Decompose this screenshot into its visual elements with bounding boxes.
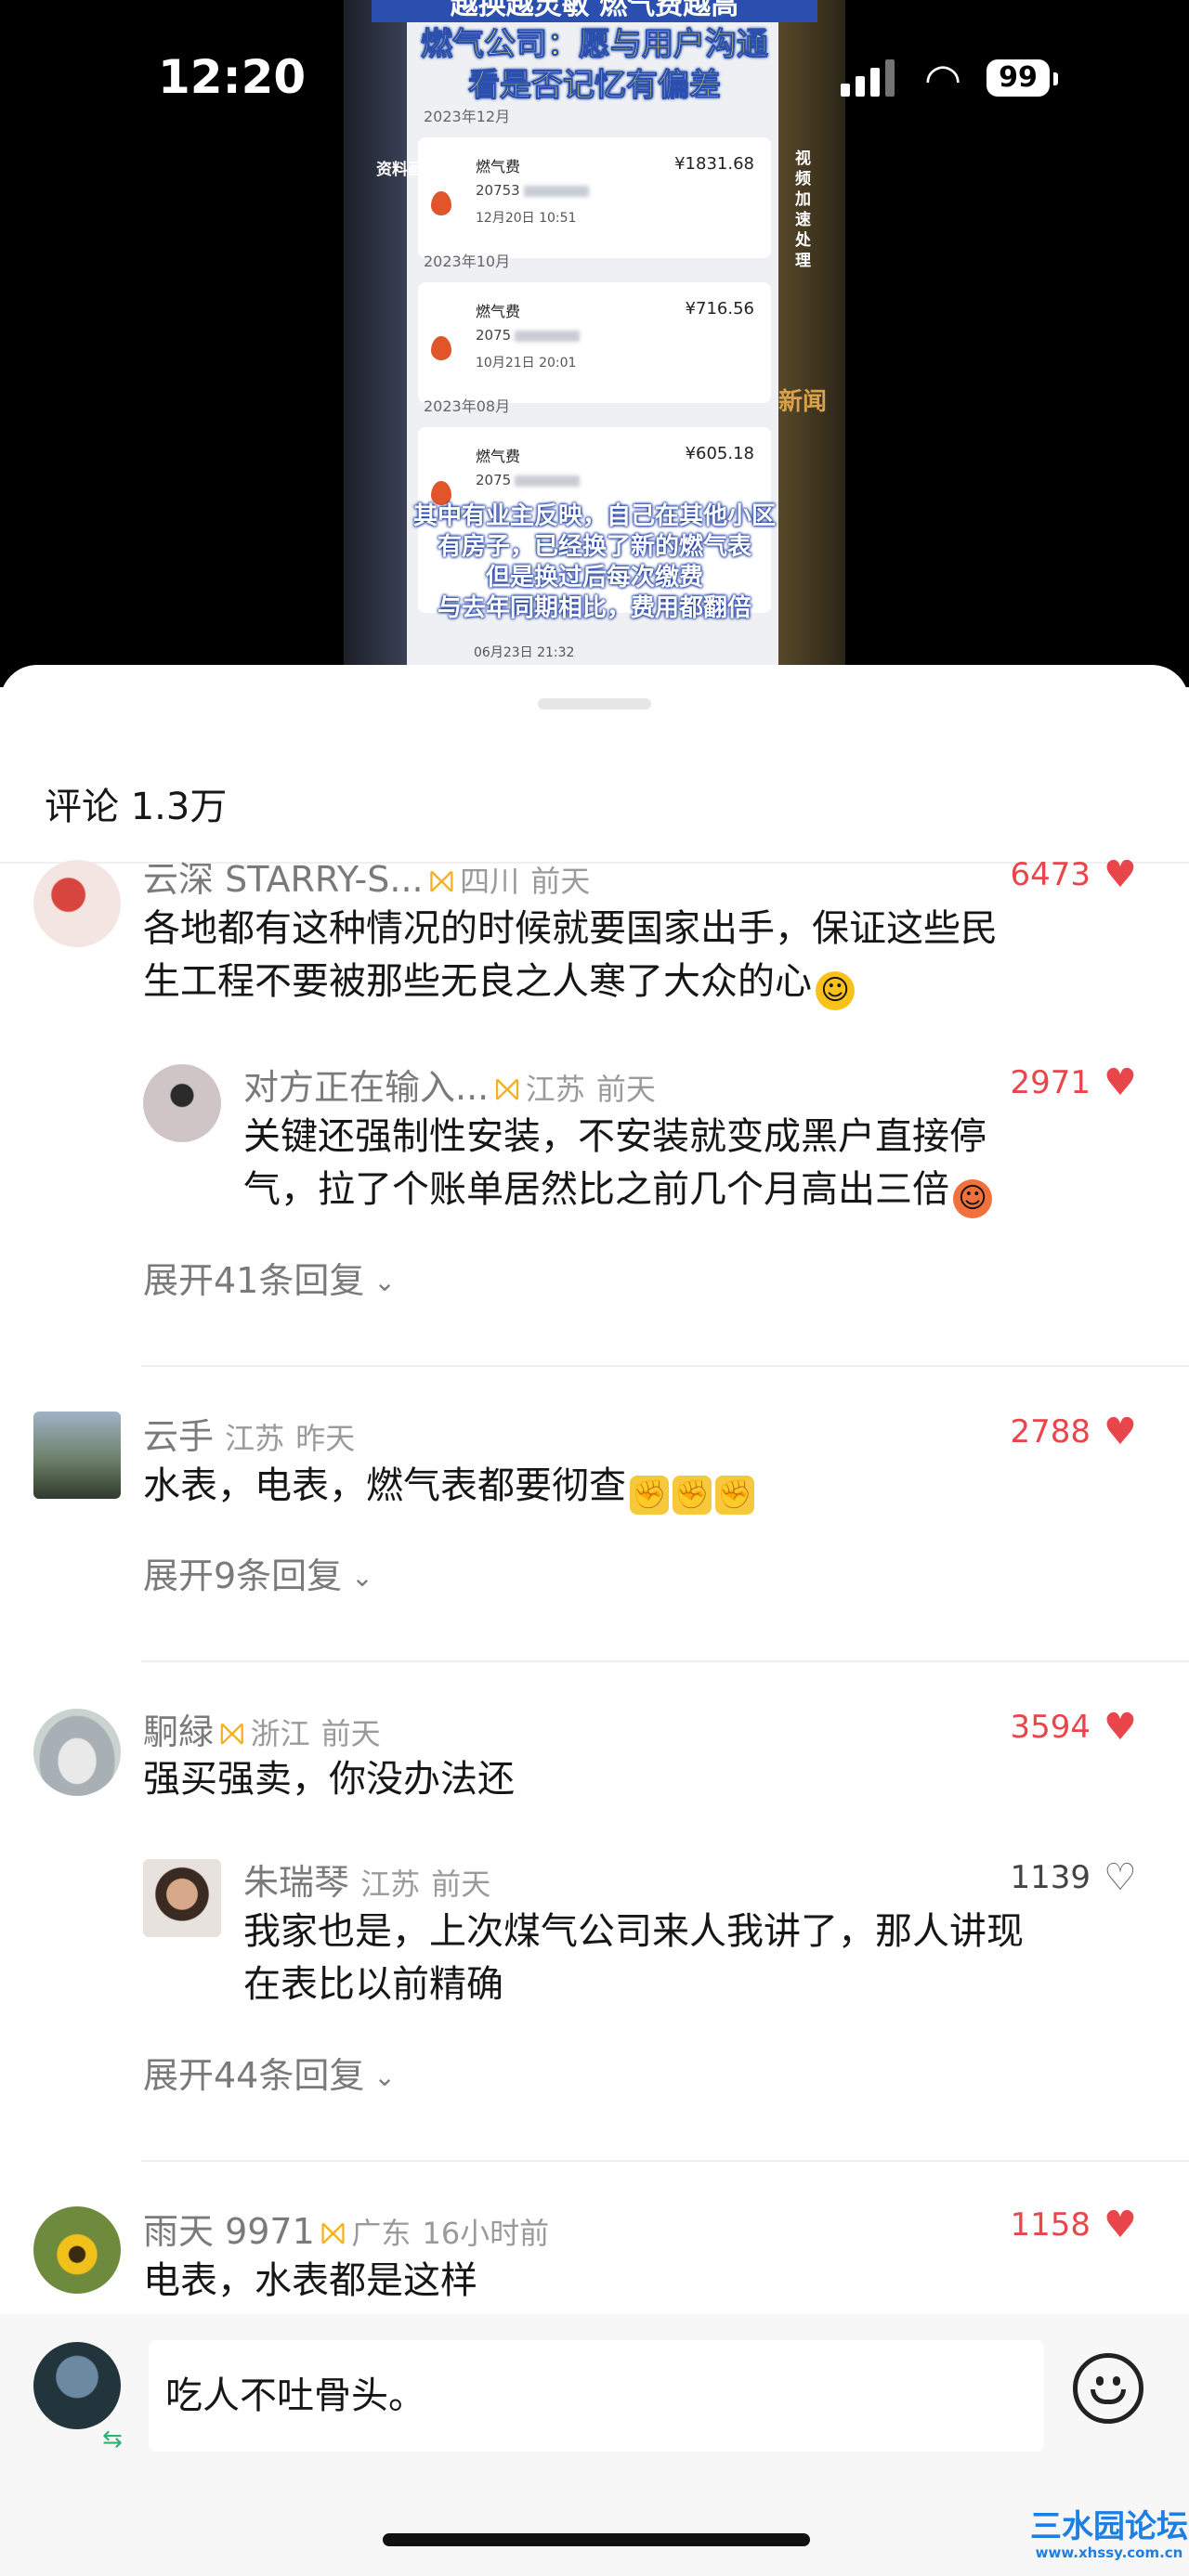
fan-badge-icon: ⨝ — [320, 2215, 346, 2252]
divider — [141, 1365, 1189, 1367]
comment-count-title: 评论 1.3万 — [45, 786, 228, 828]
comment-input[interactable]: 吃人不吐骨头。 — [149, 2340, 1044, 2452]
heart-icon[interactable]: ♥ — [1104, 2206, 1137, 2244]
home-indicator[interactable] — [383, 2533, 810, 2546]
heart-icon[interactable]: ♥ — [1104, 1413, 1137, 1451]
avatar[interactable] — [33, 1709, 121, 1796]
chevron-down-icon: ⌄ — [351, 1562, 373, 1593]
battery-icon: 99 — [986, 59, 1050, 97]
fist-emoji-icon: ✊ — [630, 1476, 669, 1515]
video-subtitle: 其中有业主反映，自己在其他小区 有房子，已经换了新的燃气表 但是换过后每次缴费 … — [412, 502, 776, 622]
like-count: 3594 — [1010, 1709, 1091, 1746]
video-vertical-tag: 视频加速处理 — [795, 150, 811, 270]
bill-time: 06月23日 21:32 — [474, 645, 575, 660]
reply-username[interactable]: 对方正在输入... ⨝ 江苏 前天 — [243, 1059, 656, 1110]
sheet-drag-handle[interactable] — [538, 698, 651, 709]
reply-text: 关键还强制性安装，不安装就变成黑户直接停 气，拉了个账单居然比之前几个月高出三倍… — [243, 1111, 1135, 1218]
comment-username[interactable]: 云手 江苏 昨天 — [143, 1408, 355, 1459]
chevron-down-icon: ⌄ — [373, 1267, 396, 1297]
expand-replies-button[interactable]: 展开44条回复 ⌄ — [143, 2047, 396, 2098]
fist-emoji-icon: ✊ — [715, 1476, 754, 1515]
laugh-cry-emoji-icon: ☺ — [816, 971, 855, 1010]
fan-badge-icon: ⨝ — [494, 1071, 520, 1108]
comment-text: 水表，电表，燃气表都要彻查 ✊ ✊ ✊ — [143, 1460, 1128, 1515]
comment-username[interactable]: 駉緑 ⨝ 浙江 前天 — [143, 1703, 381, 1754]
like-count: 1158 — [1010, 2206, 1091, 2244]
wifi-icon: ◠ — [924, 54, 962, 104]
divider — [141, 2160, 1189, 2162]
comment-text: 电表，水表都是这样 — [143, 2259, 477, 2302]
comment-username[interactable]: 云深 STARRY-S... ⨝ 四川 前天 — [143, 851, 590, 902]
heart-outline-icon[interactable]: ♡ — [1104, 1859, 1137, 1896]
bill-card: 燃气费 ¥716.56 2075 10月21日 20:01 — [418, 282, 771, 403]
heart-icon[interactable]: ♥ — [1104, 1709, 1137, 1746]
avatar[interactable] — [143, 1859, 221, 1937]
video-player[interactable]: 越换越灵敏 燃气费越高 燃气公司：愿与用户沟通 看是否记忆有偏差 资料画面 视频… — [0, 0, 1189, 687]
chevron-down-icon: ⌄ — [373, 2062, 396, 2092]
like-count: 2788 — [1010, 1413, 1091, 1451]
like-count: 2971 — [1010, 1064, 1091, 1101]
avatar[interactable] — [33, 2206, 121, 2294]
like-count: 6473 — [1010, 856, 1091, 893]
fist-emoji-icon: ✊ — [673, 1476, 712, 1515]
avatar[interactable] — [33, 1412, 121, 1499]
bill-card: 燃气费 ¥1831.68 20753 12月20日 10:51 — [418, 137, 771, 258]
bill-month: 2023年10月 — [424, 253, 511, 270]
comment-username[interactable]: 雨天 9971 ⨝ 广东 16小时前 — [143, 2203, 549, 2254]
fan-badge-icon: ⨝ — [219, 1715, 245, 1752]
forum-watermark: 三水园论坛 www.xhssy.com.cn — [1030, 2508, 1188, 2561]
hot-face-emoji-icon: ☺ — [953, 1179, 992, 1218]
avatar[interactable] — [33, 860, 121, 947]
heart-icon[interactable]: ♥ — [1104, 1064, 1137, 1101]
bill-month: 2023年08月 — [424, 397, 511, 415]
status-time: 12:20 — [158, 50, 307, 104]
flame-icon — [431, 336, 451, 360]
expand-replies-button[interactable]: 展开9条回复 ⌄ — [143, 1547, 373, 1598]
comment-sheet: 评论 1.3万 云深 STARRY-S... ⨝ 四川 前天 6473 ♥ 各地都有… — [0, 665, 1189, 2576]
flame-icon — [431, 191, 451, 215]
reply-text: 我家也是，上次煤气公司来人我讲了，那人讲现 在表比以前精确 — [243, 1910, 1024, 2006]
video-title-caption: 燃气公司：愿与用户沟通 看是否记忆有偏差 — [421, 26, 769, 105]
comment-text: 强买强卖，你没办法还 — [143, 1758, 515, 1801]
my-avatar[interactable] — [33, 2342, 121, 2429]
reply-username[interactable]: 朱瑞琴 江苏 前天 — [243, 1854, 490, 1905]
like-count: 1139 — [1010, 1859, 1091, 1896]
heart-icon[interactable]: ♥ — [1104, 856, 1137, 893]
comment-text: 各地都有这种情况的时候就要国家出手，保证这些民 生工程不要被那些无良之人寒了大众… — [143, 903, 1128, 1010]
switch-account-icon[interactable]: ⇆ — [102, 2426, 123, 2453]
video-top-caption: 越换越灵敏 燃气费越高 — [372, 0, 817, 22]
expand-replies-button[interactable]: 展开41条回复 ⌄ — [143, 1252, 396, 1303]
news-logo: 新闻 — [778, 388, 828, 416]
bill-month: 2023年12月 — [424, 108, 511, 125]
emoji-picker-icon[interactable] — [1073, 2353, 1143, 2424]
signal-icon — [841, 84, 850, 97]
fan-badge-icon: ⨝ — [428, 863, 455, 900]
divider — [141, 1660, 1189, 1662]
avatar[interactable] — [143, 1064, 221, 1142]
